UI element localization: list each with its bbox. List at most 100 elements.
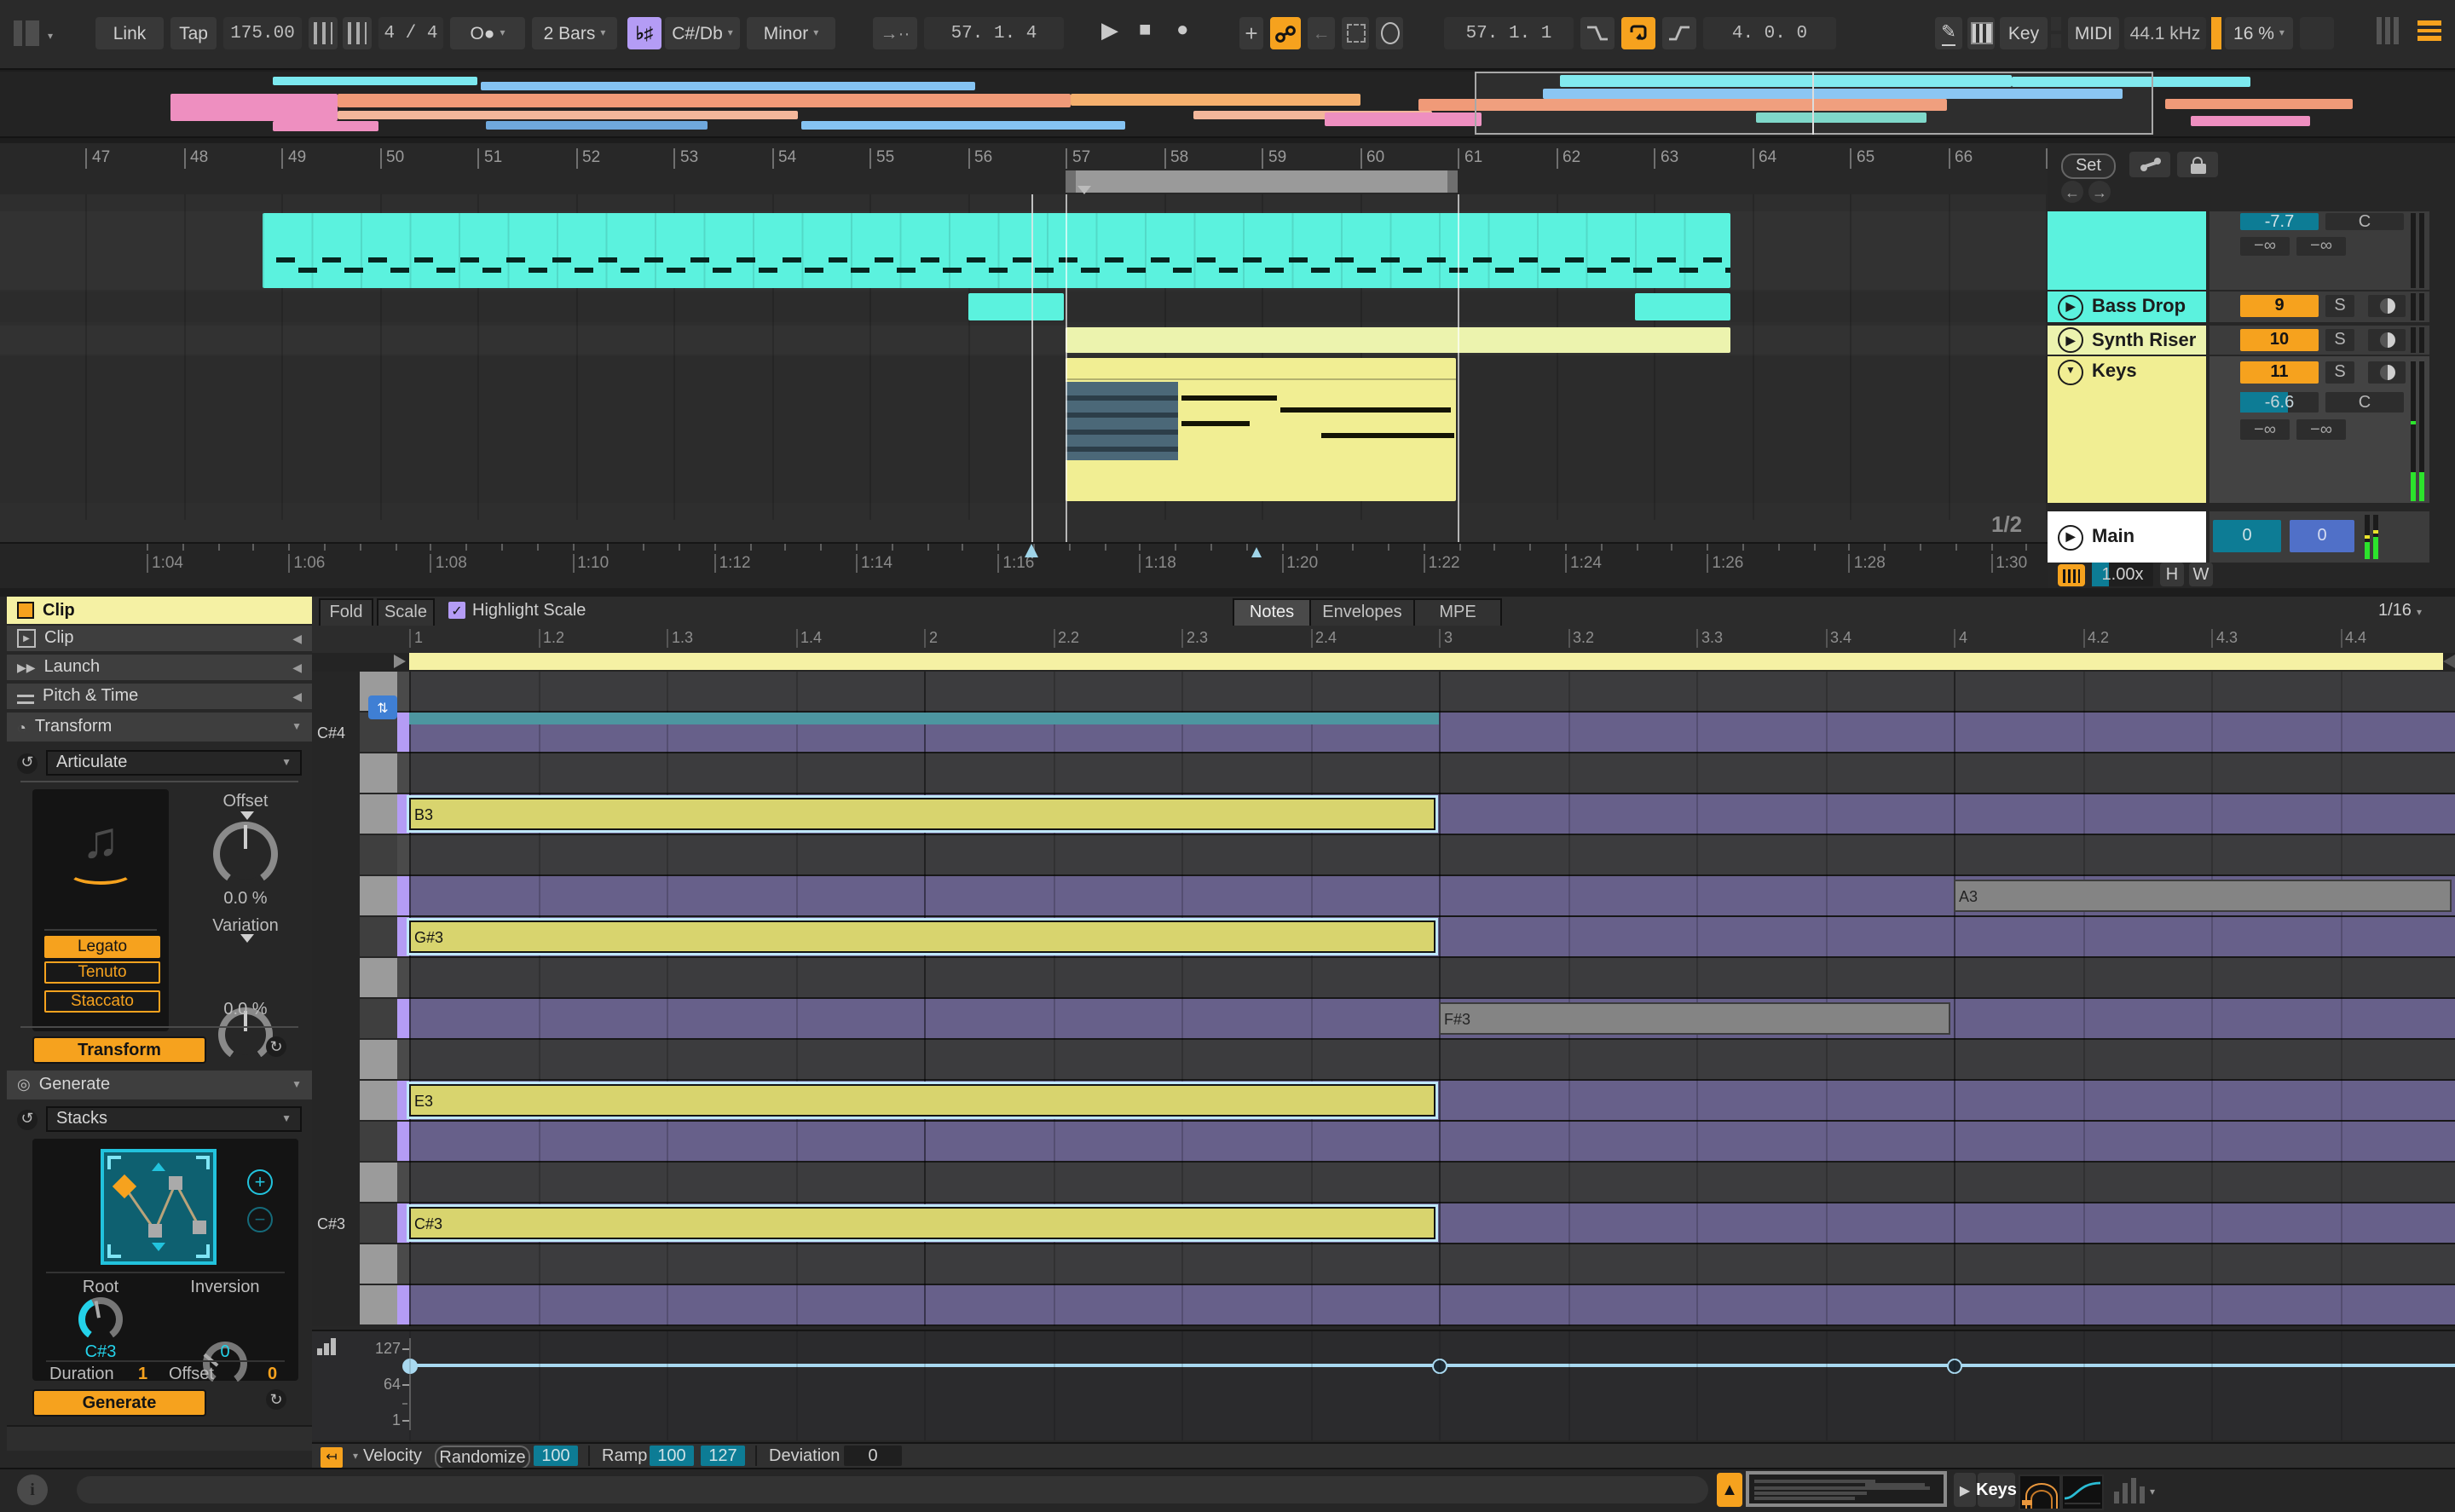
cpu-load-field[interactable]: 16 %▾ [2225,17,2293,49]
accidentals-toggle[interactable]: ♭♯ [627,17,661,49]
piano-key[interactable] [360,1163,397,1202]
arrangement-position-field[interactable]: 57. 1. 4 [924,17,1064,49]
track-header-bass-drop[interactable]: ▶ Bass Drop [2048,291,2206,322]
capture-midi-icon[interactable] [1342,17,1369,49]
track-lane[interactable] [0,326,2048,355]
section-generate[interactable]: ◎ Generate▼ [7,1071,312,1099]
clip-tab[interactable]: Clip [7,597,312,624]
freeze-clock-icon[interactable] [2368,295,2406,317]
track-fold-icon[interactable]: ▶ [2058,524,2083,550]
midi-map-button[interactable]: MIDI [2068,17,2119,49]
reset-icon[interactable]: ↺ [17,1109,38,1129]
piano-key[interactable] [360,753,397,793]
generate-apply-button[interactable]: Generate [32,1389,206,1417]
main-volume-field[interactable]: 0 [2213,520,2281,552]
draw-mode-pencil-icon[interactable]: ✎ [1935,17,1962,49]
section-clip[interactable]: ▶ Clip◀ [7,626,312,651]
velocity-lane[interactable]: 127641 [312,1330,2455,1440]
overdub-button[interactable] [1270,17,1301,49]
track-header-main[interactable]: ▶ Main [2048,511,2206,563]
arrangement-area[interactable]: 4748495051525354555657585960616263646566… [0,143,2048,588]
randomize-amount-field[interactable]: 100 [534,1446,578,1466]
nudge-up-icon[interactable] [343,17,372,49]
note-grid-row[interactable] [409,753,2455,793]
tab-envelopes[interactable]: Envelopes [1309,598,1415,627]
staccato-button[interactable]: Staccato [44,990,160,1013]
generate-preset-menu[interactable]: Stacks▼ [46,1106,302,1132]
piano-key[interactable] [360,794,397,834]
inversion-value[interactable]: 0 [169,1343,281,1362]
track-number-badge[interactable]: 10 [2240,329,2319,351]
arrangement-overview[interactable] [0,72,2455,138]
track-header-keys[interactable]: ▼ Keys [2048,356,2206,503]
midi-note[interactable]: F#3 [1439,1002,1950,1035]
note-grid-row[interactable] [409,958,2455,997]
playback-speed-field[interactable]: 1.00x [2092,563,2153,586]
tempo-field[interactable]: 175.00 [223,17,302,49]
midi-note[interactable]: A3 [1954,880,2452,912]
scale-root-menu[interactable]: C#/Db▾ [665,17,740,49]
nav-right-arrow[interactable]: → [2088,181,2111,203]
device-thumbnail-synth[interactable] [2019,1474,2061,1510]
note-grid-row[interactable] [409,1040,2455,1079]
freeze-clock-icon[interactable] [2368,329,2406,351]
piano-key[interactable] [360,1081,397,1120]
piano-key[interactable] [360,1244,397,1284]
track-pan-field[interactable]: C [2325,392,2404,413]
remove-voice-icon[interactable]: − [247,1207,273,1232]
tab-notes[interactable]: Notes [1233,598,1311,627]
nudge-down-icon[interactable] [309,17,338,49]
piano-key[interactable] [360,1122,397,1161]
transform-refresh-icon[interactable]: ↻ [266,1036,286,1057]
arrangement-clip[interactable] [1066,327,1730,353]
key-map-button[interactable]: Key [2000,17,2048,49]
grid-value-menu[interactable]: 1/16▾ [2378,602,2422,620]
root-knob[interactable] [78,1297,123,1342]
scale-name-menu[interactable]: Minor▾ [747,17,835,49]
piano-key[interactable] [360,1203,397,1243]
lane-menu-caret[interactable]: ▾ [353,1451,358,1463]
generate-refresh-icon[interactable]: ↻ [266,1389,286,1410]
midi-note[interactable]: E3 [409,1084,1435,1117]
root-value[interactable]: C#3 [49,1343,152,1362]
back-to-arrangement-icon[interactable]: ← [1308,17,1335,49]
meter-bars-icon[interactable] [2114,1478,2145,1503]
meter-menu-caret[interactable]: ▾ [2150,1486,2155,1498]
add-voice-icon[interactable]: + [247,1169,273,1195]
note-grid-row[interactable] [409,999,2455,1038]
link-button[interactable]: Link [95,17,164,49]
note-grid-row[interactable] [409,835,2455,874]
track-pan-field[interactable]: C [2325,213,2404,230]
midi-note[interactable]: B3 [409,798,1435,830]
arrangement-clip[interactable] [968,293,1064,320]
window-control-icon[interactable]: ▾ [14,20,53,53]
note-grid-row[interactable] [409,1285,2455,1324]
time-ruler[interactable]: 1:041:061:081:101:121:141:161:181:201:22… [0,542,2048,588]
bar-ruler[interactable]: 4748495051525354555657585960616263646566… [0,143,2048,194]
track-volume-field[interactable]: -6.6 [2240,392,2319,413]
info-icon[interactable]: i [17,1474,48,1505]
follow-button[interactable]: →·· [873,17,917,49]
record-button[interactable]: ● [1176,17,1204,49]
clip-loop-bar-track[interactable] [312,653,2455,672]
track-color-block[interactable] [2048,211,2206,290]
solo-button[interactable]: S [2325,361,2354,384]
reset-icon[interactable]: ↺ [17,753,38,773]
scale-fold-icon[interactable]: ⇅ [368,695,397,719]
tenuto-button[interactable]: Tenuto [44,961,160,984]
solo-button[interactable]: S [2325,329,2354,351]
transform-preset-menu[interactable]: Articulate▼ [46,750,302,776]
freeze-clock-icon[interactable] [2368,361,2406,384]
note-grid-row[interactable] [409,1163,2455,1202]
clip-start-marker[interactable] [394,655,406,668]
randomize-button[interactable]: Randomize [435,1446,530,1469]
metronome-button[interactable]: O●▾ [450,17,525,49]
offset-knob[interactable] [213,822,278,886]
note-grid-row[interactable] [409,1122,2455,1161]
section-pitch-time[interactable]: Pitch & Time◀ [7,684,312,709]
quantize-menu[interactable]: 2 Bars▾ [532,17,617,49]
menu-hamburger-icon[interactable] [2417,20,2441,53]
arrangement-clip[interactable] [262,213,1730,288]
loop-length-field[interactable]: 4. 0. 0 [1703,17,1836,49]
piano-key[interactable] [360,835,397,874]
